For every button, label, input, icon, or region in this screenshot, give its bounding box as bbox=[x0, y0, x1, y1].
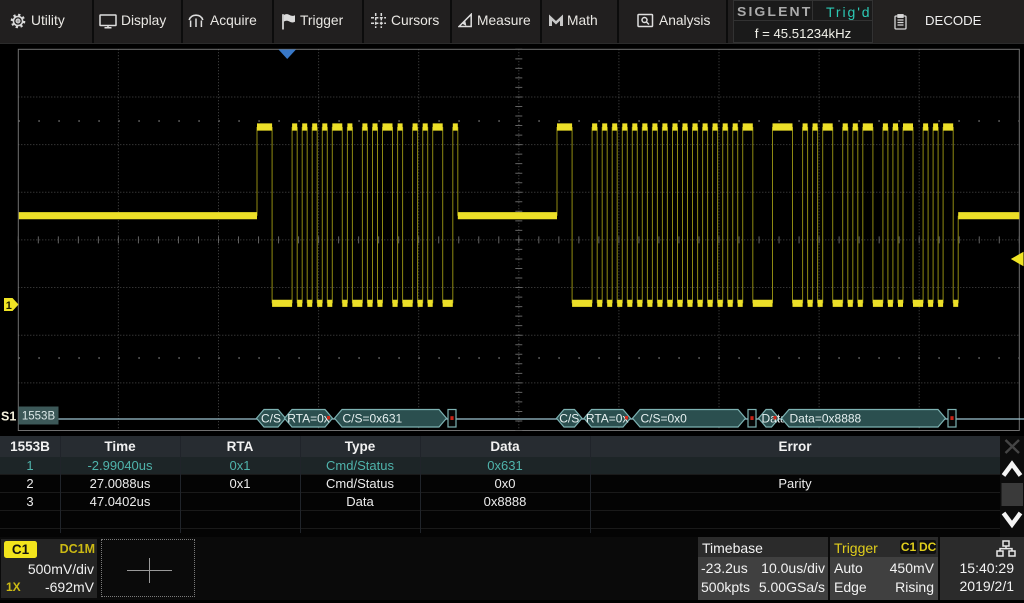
svg-text:C/S: C/S bbox=[559, 412, 579, 426]
svg-text:RTA=0x: RTA=0x bbox=[287, 412, 330, 426]
svg-text:1553B: 1553B bbox=[22, 411, 56, 423]
svg-text:C/S: C/S bbox=[261, 412, 281, 426]
svg-text:1: 1 bbox=[6, 300, 12, 312]
svg-text:C/S=0x0: C/S=0x0 bbox=[641, 412, 688, 426]
svg-text:C/S=0x631: C/S=0x631 bbox=[343, 412, 403, 426]
svg-text:Data=0x8888: Data=0x8888 bbox=[790, 412, 862, 426]
svg-text:S1: S1 bbox=[1, 410, 16, 424]
svg-text:RTA=0x: RTA=0x bbox=[586, 412, 629, 426]
